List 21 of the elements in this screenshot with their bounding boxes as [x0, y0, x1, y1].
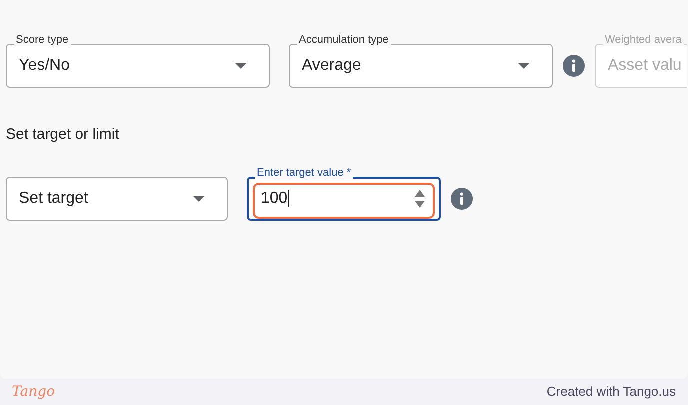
select-field[interactable]: Set target [6, 176, 228, 220]
field-label: Accumulation type [297, 34, 391, 46]
field-value: Set target [18, 188, 90, 208]
field-value: Yes/No [18, 56, 71, 76]
section-heading: Set target or limit [5, 125, 120, 145]
select-field[interactable]: Average [289, 44, 553, 88]
field-label: Score type [14, 34, 71, 46]
select-field[interactable]: Yes/No [6, 44, 270, 88]
field-placeholder: Asset valu [607, 56, 683, 76]
footer-credit: Created with Tango.us [546, 383, 676, 402]
field-value: Average [301, 56, 362, 76]
field-label: Enter target value * [255, 166, 354, 178]
field-value: 100 [260, 188, 290, 209]
field-label: Weighted avera [603, 34, 684, 46]
dropdown-caret-icon [518, 63, 530, 69]
spinner-arrows-icon[interactable] [415, 188, 425, 208]
dropdown-caret-icon [235, 63, 247, 69]
info-icon[interactable] [563, 55, 585, 77]
info-icon[interactable] [451, 188, 473, 210]
dropdown-caret-icon [193, 196, 205, 202]
tango-logo: Tango [12, 382, 56, 402]
